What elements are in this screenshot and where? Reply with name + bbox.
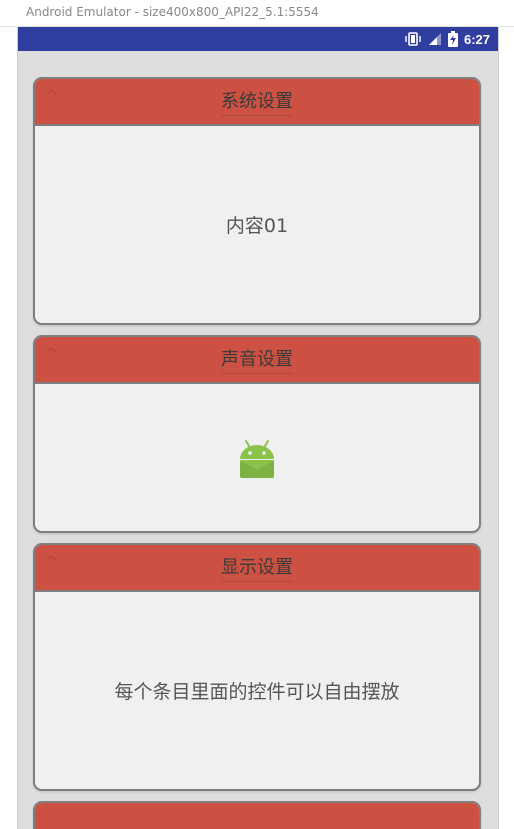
accordion-panel-system: 系统设置 内容01 (33, 77, 481, 325)
emulator-title: Android Emulator - size400x800_API22_5.1… (26, 5, 319, 19)
device-frame-right (498, 27, 499, 829)
panel-body-display: 每个条目里面的控件可以自由摆放 (35, 592, 479, 789)
chevron-up-icon (46, 88, 56, 95)
vibrate-icon (404, 32, 422, 46)
panel-header-sound[interactable]: 声音设置 (35, 337, 479, 384)
accordion-panel-partial (33, 801, 481, 829)
panel-header-system[interactable]: 系统设置 (35, 79, 479, 126)
accordion-panel-display: 显示设置 每个条目里面的控件可以自由摆放 (33, 543, 481, 791)
panel-header-display[interactable]: 显示设置 (35, 545, 479, 592)
chevron-up-icon (46, 554, 56, 561)
status-bar: 6:27 (18, 27, 498, 51)
signal-icon (428, 32, 442, 46)
panel-title: 系统设置 (221, 87, 293, 116)
chevron-up-icon (46, 346, 56, 353)
accordion-panel-sound: 声音设置 (33, 335, 481, 533)
device-screen: 6:27 系统设置 内容01 声音设置 显示设置 每个条目里面的控件可以自由摆放 (18, 27, 498, 829)
panel-content-text: 内容01 (225, 215, 289, 237)
status-time: 6:27 (463, 31, 490, 47)
status-icons: 6:27 (398, 27, 490, 51)
panel-body-system: 内容01 (35, 126, 479, 323)
emulator-title-bar: Android Emulator - size400x800_API22_5.1… (0, 0, 514, 27)
android-robot-icon (240, 439, 274, 478)
battery-charging-icon (447, 31, 458, 47)
panel-title: 声音设置 (221, 345, 293, 374)
panel-header-partial[interactable] (35, 803, 479, 829)
panel-content-text: 每个条目里面的控件可以自由摆放 (114, 681, 400, 703)
panel-body-sound (35, 384, 479, 531)
panel-title: 显示设置 (221, 553, 293, 582)
